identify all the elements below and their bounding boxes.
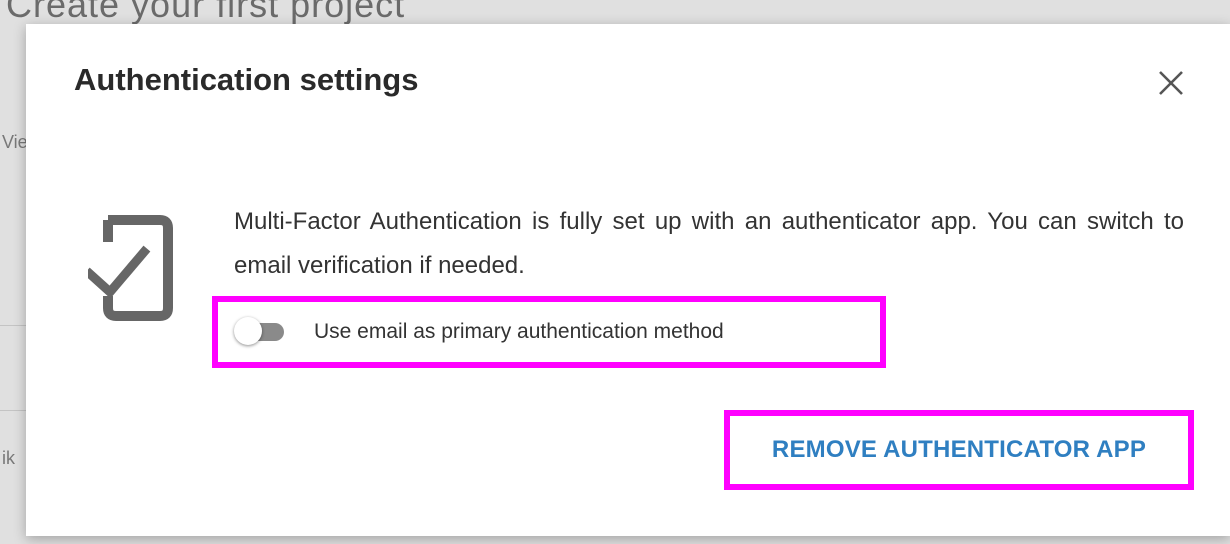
phone-check-icon bbox=[83, 212, 174, 329]
toggle-knob bbox=[234, 317, 262, 345]
email-primary-toggle[interactable] bbox=[232, 316, 288, 348]
remove-authenticator-app-button[interactable]: REMOVE AUTHENTICATOR APP bbox=[772, 436, 1146, 464]
mfa-status-description: Multi-Factor Authentication is fully set… bbox=[234, 208, 1184, 279]
close-icon bbox=[1159, 71, 1183, 95]
remove-authenticator-highlight: REMOVE AUTHENTICATOR APP bbox=[724, 410, 1194, 490]
close-button[interactable] bbox=[1154, 66, 1188, 100]
authentication-settings-dialog: Authentication settings Multi-Factor Aut… bbox=[26, 24, 1230, 536]
email-primary-toggle-label: Use email as primary authentication meth… bbox=[314, 320, 724, 343]
email-primary-toggle-row[interactable]: Use email as primary authentication meth… bbox=[212, 296, 886, 368]
dialog-title: Authentication settings bbox=[74, 62, 419, 97]
